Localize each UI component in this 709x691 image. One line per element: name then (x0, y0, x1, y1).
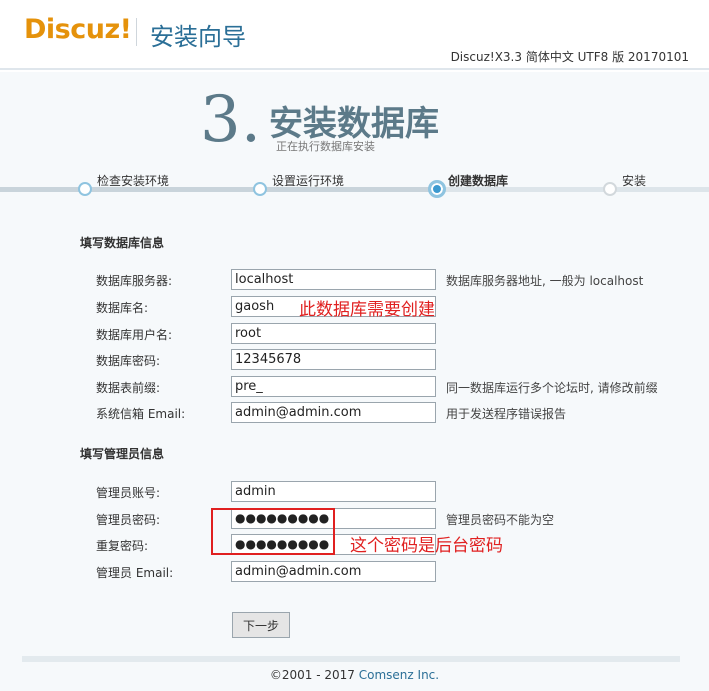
wizard-title: 安装向导 (150, 23, 246, 51)
password-highlight-box (211, 508, 335, 555)
admin-account-label: 管理员账号: (96, 486, 161, 500)
password-annotation: 这个密码是后台密码 (350, 536, 503, 556)
system-email-hint: 用于发送程序错误报告 (446, 407, 567, 421)
discuz-logo: Discuz! (24, 14, 132, 45)
db-host-label: 数据库服务器: (96, 274, 173, 288)
system-email-input[interactable]: admin@admin.com (231, 402, 436, 423)
progress-fill (0, 187, 437, 192)
admin-email-input[interactable]: admin@admin.com (231, 561, 436, 582)
table-prefix-label: 数据表前缀: (96, 381, 161, 395)
main-panel: 3. 安装数据库 正在执行数据库安装 检查安装环境 设置运行环境 创建数据库 安… (0, 72, 709, 691)
repeat-password-label: 重复密码: (96, 539, 149, 553)
step-dot-create-db (428, 180, 446, 198)
admin-password-label: 管理员密码: (96, 513, 161, 527)
version-info: Discuz!X3.3 简体中文 UTF8 版 20170101 (450, 50, 689, 64)
step-label-create-db: 创建数据库 (448, 174, 509, 188)
admin-email-label: 管理员 Email: (96, 566, 174, 580)
db-create-annotation: 此数据库需要创建 (299, 300, 435, 320)
step-subtitle: 正在执行数据库安装 (276, 140, 375, 153)
comsenz-link[interactable]: Comsenz Inc. (359, 668, 439, 682)
next-step-button[interactable]: 下一步 (232, 612, 290, 638)
copyright-text: ©2001 - 2017 (269, 668, 359, 682)
header: Discuz! 安装向导 Discuz!X3.3 简体中文 UTF8 版 201… (0, 0, 709, 70)
admin-password-hint: 管理员密码不能为空 (446, 513, 555, 527)
step-dot-check-env (78, 182, 92, 196)
step-number: 3. (200, 83, 262, 157)
db-password-input[interactable]: 12345678 (231, 349, 436, 370)
admin-account-input[interactable]: admin (231, 481, 436, 502)
db-user-input[interactable]: root (231, 323, 436, 344)
table-prefix-hint: 同一数据库运行多个论坛时, 请修改前缀 (446, 381, 658, 395)
db-host-hint: 数据库服务器地址, 一般为 localhost (446, 274, 644, 288)
step-dot-install (603, 182, 617, 196)
footer-divider (22, 656, 680, 662)
db-section-title: 填写数据库信息 (80, 236, 165, 250)
step-label-check-env: 检查安装环境 (97, 174, 170, 188)
db-host-input[interactable]: localhost (231, 269, 436, 290)
db-name-label: 数据库名: (96, 301, 149, 315)
table-prefix-input[interactable]: pre_ (231, 376, 436, 397)
step-label-install: 安装 (622, 174, 647, 188)
system-email-label: 系统信箱 Email: (96, 407, 186, 421)
step-dot-set-env (253, 182, 267, 196)
db-user-label: 数据库用户名: (96, 328, 173, 342)
admin-section-title: 填写管理员信息 (80, 447, 165, 461)
logo-divider (136, 18, 137, 46)
step-label-set-env: 设置运行环境 (272, 174, 345, 188)
db-password-label: 数据库密码: (96, 354, 161, 368)
footer: ©2001 - 2017 Comsenz Inc. (0, 668, 709, 682)
